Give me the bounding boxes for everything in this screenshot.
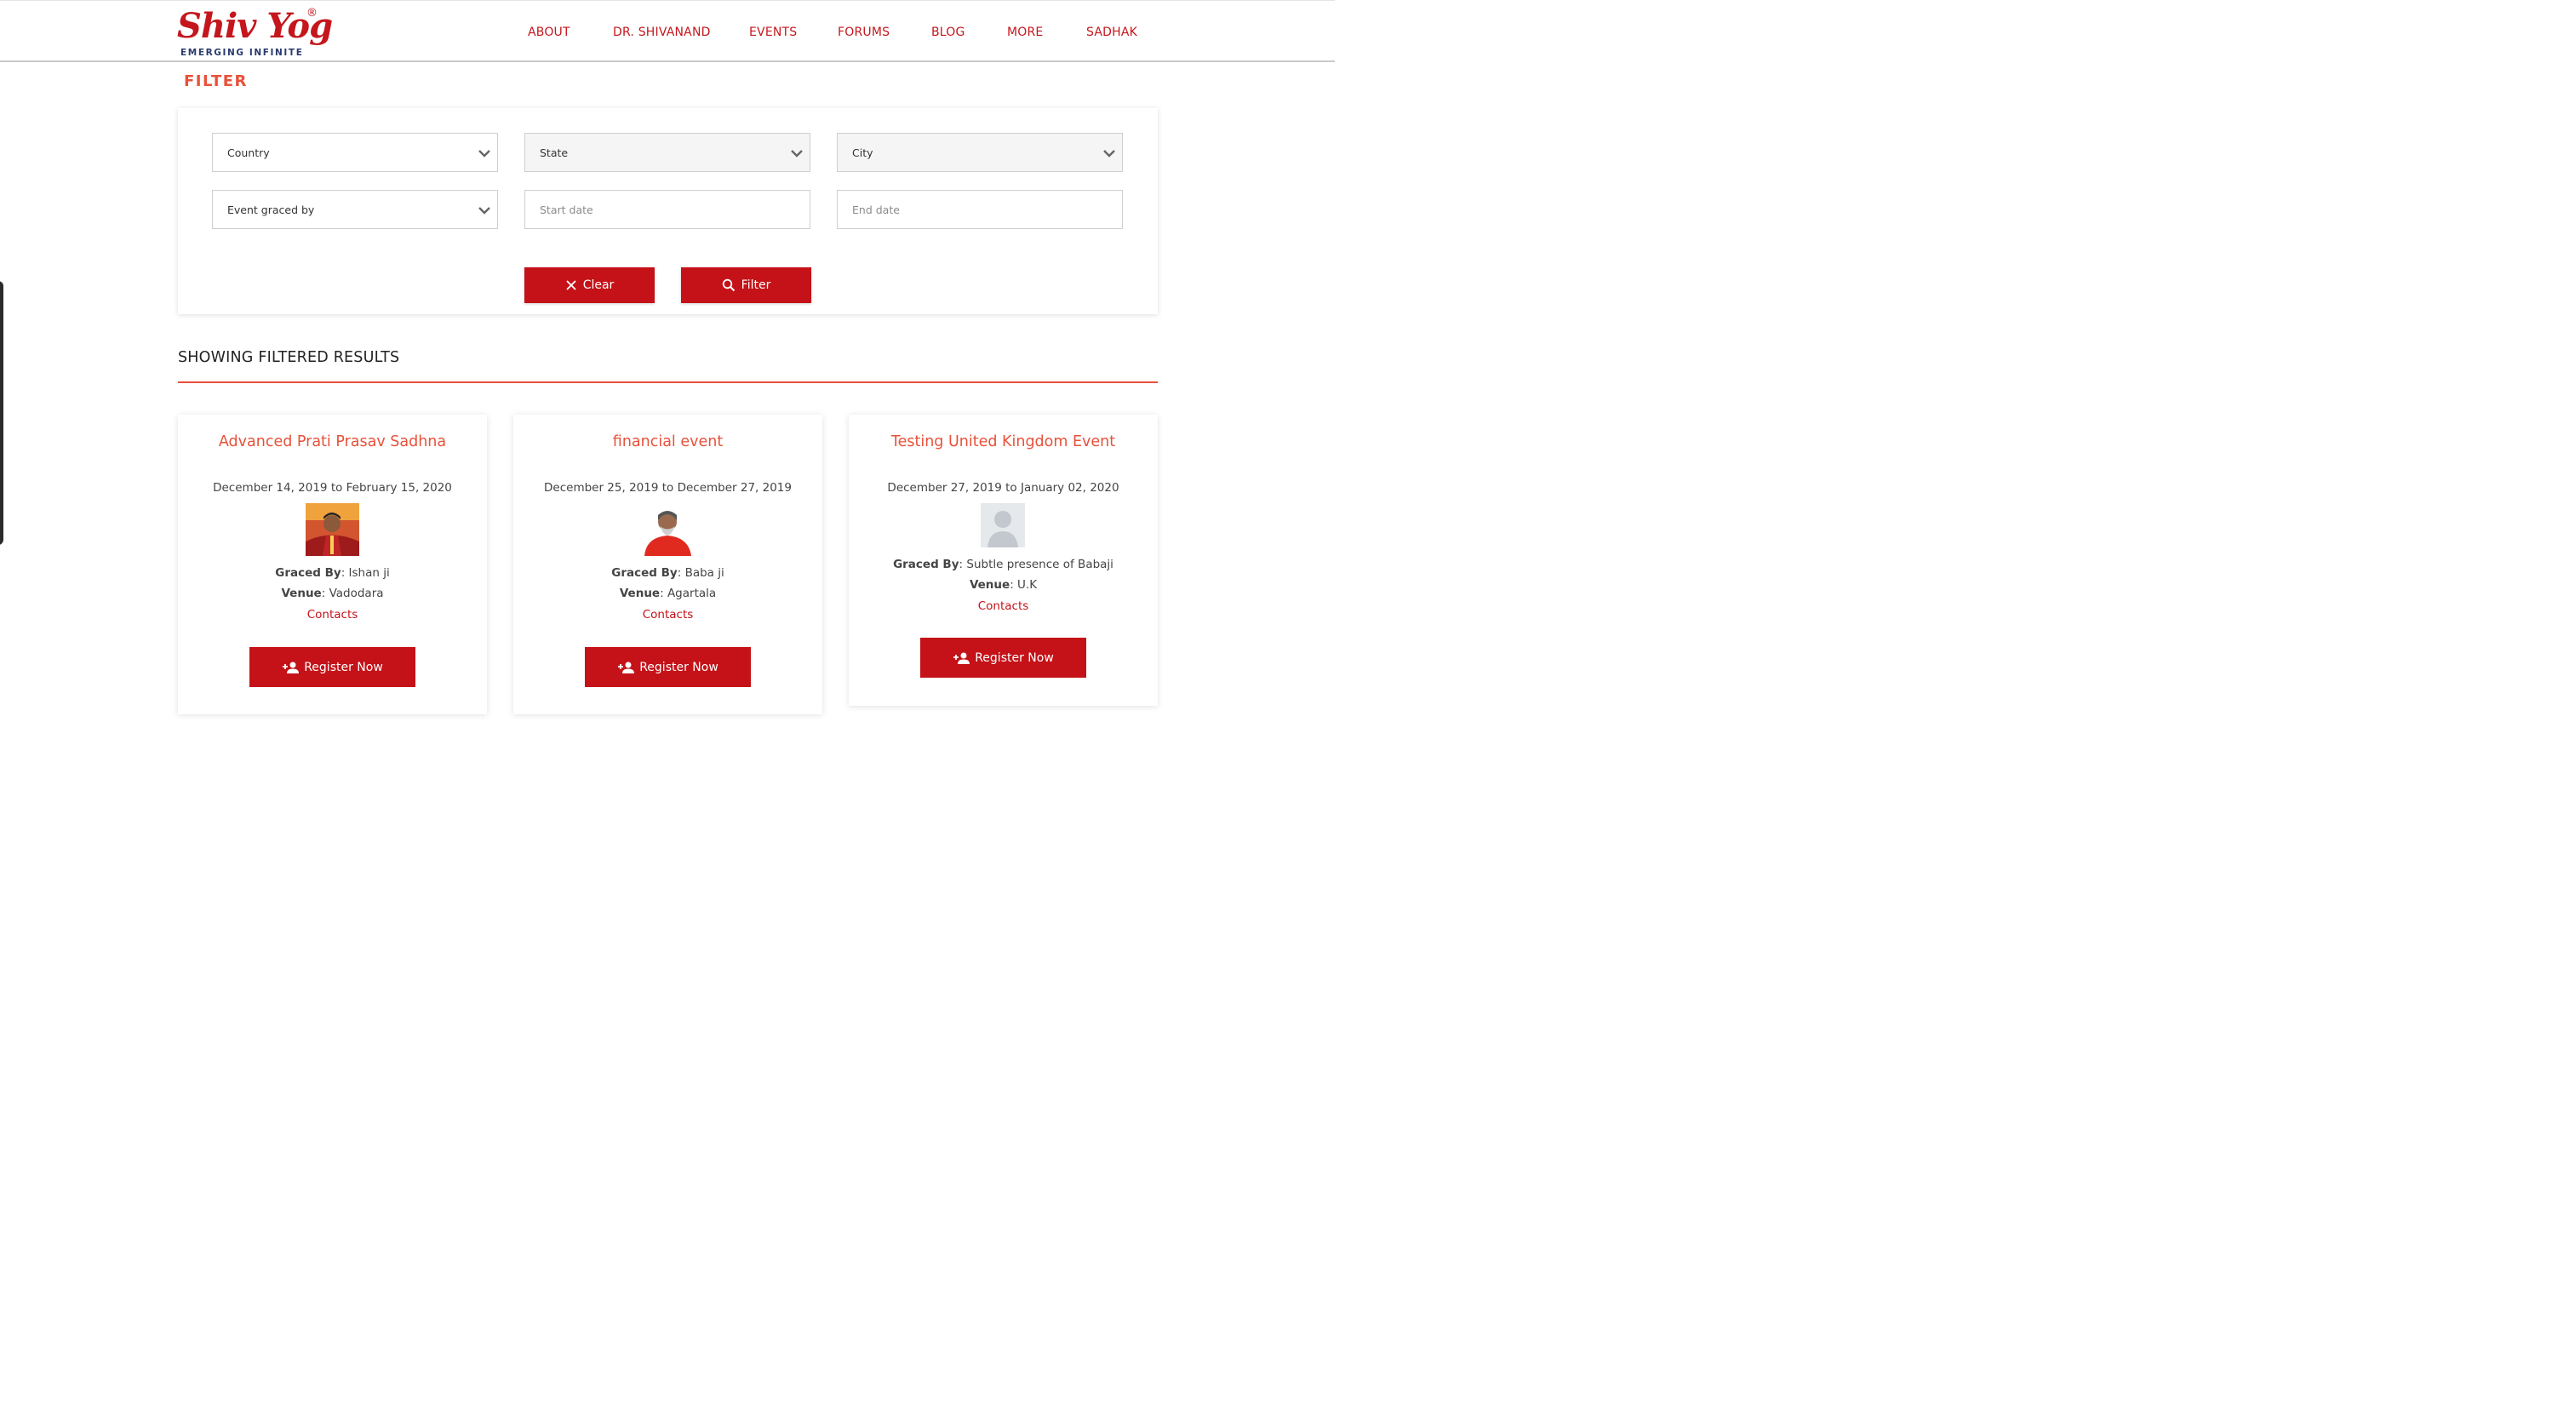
graced-by-value: Ishan ji	[348, 566, 390, 580]
venue-line: Venue: U.K	[969, 578, 1038, 592]
registered-mark: ®	[306, 7, 318, 20]
search-icon	[722, 278, 735, 292]
person-photo	[306, 503, 359, 556]
chevron-down-icon	[1103, 150, 1115, 158]
venue-value: U.K	[1017, 578, 1038, 592]
graced-by-value: Baba ji	[684, 566, 724, 580]
graced-by-select[interactable]: Event graced by	[212, 190, 498, 229]
event-card: Advanced Prati Prasav Sadhna December 14…	[178, 415, 487, 714]
state-select[interactable]: State	[524, 133, 810, 172]
event-title[interactable]: financial event	[513, 432, 822, 452]
contacts-link[interactable]: Contacts	[513, 606, 822, 623]
add-user-icon	[283, 662, 300, 673]
graced-by-label: Graced By	[275, 566, 341, 580]
event-title[interactable]: Testing United Kingdom Event	[849, 432, 1158, 452]
register-now-label: Register Now	[639, 660, 718, 674]
results-divider	[178, 381, 1158, 383]
start-date-input[interactable]: Start date	[524, 190, 810, 229]
site-header: Shiv Yog ® EMERGING INFINITE ABOUT DR. S…	[0, 0, 1335, 62]
filter-panel: Country State City Event graced by Start…	[178, 108, 1158, 314]
chevron-down-icon	[478, 207, 490, 215]
register-now-button[interactable]: Register Now	[585, 647, 751, 687]
graced-by-label: Graced By	[611, 566, 678, 580]
filter-button-label: Filter	[741, 278, 771, 292]
add-user-icon	[618, 662, 635, 673]
country-select-label: Country	[227, 146, 270, 159]
country-select[interactable]: Country	[212, 133, 498, 172]
venue-value: Agartala	[667, 587, 717, 600]
graced-by-label: Graced By	[893, 558, 959, 571]
event-title[interactable]: Advanced Prati Prasav Sadhna	[178, 432, 487, 452]
event-card: financial event December 25, 2019 to Dec…	[513, 415, 822, 714]
filter-button[interactable]: Filter	[681, 267, 811, 303]
event-dates: December 14, 2019 to February 15, 2020	[213, 481, 452, 495]
event-dates: December 27, 2019 to January 02, 2020	[887, 481, 1119, 495]
venue-line: Venue: Vadodara	[281, 587, 384, 600]
event-card: Testing United Kingdom Event December 27…	[849, 415, 1158, 706]
chevron-down-icon	[791, 150, 803, 158]
venue-line: Venue: Agartala	[619, 587, 717, 600]
graced-by-line: Graced By: Baba ji	[611, 566, 724, 580]
end-date-input[interactable]: End date	[837, 190, 1123, 229]
clear-button[interactable]: Clear	[524, 267, 655, 303]
start-date-placeholder: Start date	[540, 203, 593, 216]
nav-events[interactable]: EVENTS	[749, 24, 797, 41]
side-feedback-tab[interactable]	[0, 281, 3, 545]
register-now-label: Register Now	[975, 650, 1054, 665]
venue-label: Venue	[619, 587, 661, 600]
nav-more[interactable]: MORE	[1007, 24, 1043, 41]
city-select-label: City	[852, 146, 873, 159]
city-select[interactable]: City	[837, 133, 1123, 172]
filter-heading: FILTER	[184, 72, 248, 90]
clear-button-label: Clear	[582, 278, 615, 292]
register-now-label: Register Now	[304, 660, 383, 674]
graced-by-line: Graced By: Subtle presence of Babaji	[893, 558, 1113, 571]
venue-label: Venue	[969, 578, 1010, 592]
end-date-placeholder: End date	[852, 203, 900, 216]
contacts-link[interactable]: Contacts	[178, 606, 487, 623]
nav-forums[interactable]: FORUMS	[838, 24, 890, 41]
nav-blog[interactable]: BLOG	[931, 24, 965, 41]
venue-label: Venue	[281, 587, 322, 600]
contacts-link[interactable]: Contacts	[849, 598, 1158, 615]
nav-about[interactable]: ABOUT	[528, 24, 570, 41]
register-now-button[interactable]: Register Now	[249, 647, 415, 687]
graced-by-line: Graced By: Ishan ji	[275, 566, 390, 580]
register-now-button[interactable]: Register Now	[920, 638, 1086, 678]
nav-sadhak[interactable]: SADHAK	[1086, 24, 1137, 41]
close-icon	[566, 280, 576, 290]
site-logo[interactable]: Shiv Yog ® EMERGING INFINITE	[177, 6, 333, 59]
person-photo	[641, 503, 695, 556]
venue-value: Vadodara	[329, 587, 384, 600]
add-user-icon	[953, 652, 970, 664]
state-select-label: State	[540, 146, 569, 159]
logo-tagline: EMERGING INFINITE	[180, 48, 304, 58]
nav-dr-shivanand[interactable]: DR. SHIVANAND	[613, 24, 711, 41]
graced-by-value: Subtle presence of Babaji	[966, 558, 1113, 571]
chevron-down-icon	[478, 150, 490, 158]
results-title: SHOWING FILTERED RESULTS	[178, 349, 400, 366]
graced-by-select-label: Event graced by	[227, 203, 315, 216]
placeholder-avatar-icon	[981, 503, 1025, 547]
event-dates: December 25, 2019 to December 27, 2019	[544, 481, 792, 495]
